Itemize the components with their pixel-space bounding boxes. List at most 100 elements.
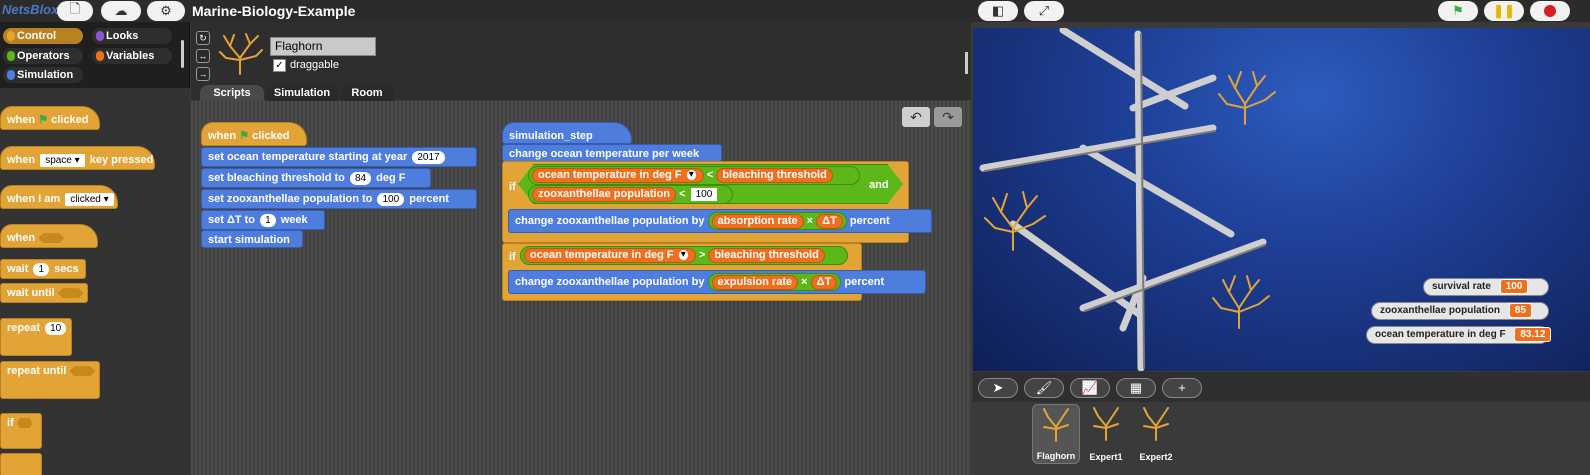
sprite-chart-button[interactable]: 📈 [1070,378,1110,398]
palette-repeat-until-block[interactable]: repeat until [0,361,100,399]
sprite-thumbnail-coral [219,33,263,75]
undo-button[interactable]: ↶ [902,107,930,127]
sprite-table-button[interactable]: ▦ [1116,378,1156,398]
greater-than-operator[interactable]: ocean temperature in deg F ▾ > bleaching… [520,246,848,265]
draggable-checkbox[interactable]: ✓ [273,59,286,72]
sprite-name: Flaghorn [1036,451,1076,461]
monitor-ocean-temperature[interactable]: ocean temperature in deg F 83.12 [1366,326,1552,344]
interaction-dropdown[interactable]: clicked ▾ [65,192,114,206]
palette-when-key-block[interactable]: when space ▾ key pressed [0,146,155,170]
change-by-expulsion-block[interactable]: change zooxanthellae population by expul… [508,270,926,294]
condition-slot[interactable] [69,366,96,377]
fullscreen-button[interactable]: ⤢ [1024,1,1064,21]
add-turtle-button[interactable]: ➤ [978,378,1018,398]
less-than-operator-1[interactable]: ocean temperature in deg F ▾ < bleaching… [528,166,860,185]
sprite-flaghorn[interactable]: Flaghorn [1032,404,1080,464]
palette-when-flag-block[interactable]: when ⚑ clicked [0,106,100,130]
condition-slot[interactable] [16,418,33,429]
delta-t-variable[interactable]: ΔT [810,275,838,290]
block-text: clicked [252,130,290,142]
set-bleaching-threshold-block[interactable]: set bleaching threshold to 84 deg F [201,168,431,188]
rotate-none-button[interactable]: → [196,67,210,81]
temp-variable[interactable]: ocean temperature in deg F ▾ [532,168,704,183]
add-sprite-button[interactable]: + [1162,378,1202,398]
app-logo[interactable]: NetsBlox [2,2,58,17]
monitor-label: survival rate [1432,281,1491,292]
delta-t-variable[interactable]: ΔT [816,214,843,229]
start-year-input[interactable]: 2017 [412,150,445,164]
and-label: and [869,179,889,191]
stage-size-button[interactable]: ◧ [978,1,1018,21]
set-zoo-population-block[interactable]: set zooxanthellae population to 100 perc… [201,189,477,209]
set-delta-t-block[interactable]: set ΔT to 1 week [201,210,325,230]
monitor-survival-rate[interactable]: survival rate 100 [1423,278,1549,296]
temp-variable[interactable]: ocean temperature in deg F ▾ [524,248,696,263]
threshold-variable[interactable]: bleaching threshold [716,168,833,183]
population-input[interactable]: 100 [377,192,405,206]
simulation-step-hat[interactable]: simulation_step [502,122,632,144]
population-compare-input[interactable]: 100 [690,187,718,201]
paint-sprite-button[interactable]: 🖌 [1024,378,1064,398]
green-flag-button[interactable]: ⚑ [1438,1,1478,21]
category-label: Control [17,30,57,42]
category-simulation[interactable]: Simulation [3,67,83,83]
file-button[interactable]: 🗋 [57,1,93,21]
category-control[interactable]: Control [3,28,83,44]
rotate-any-button[interactable]: ↻ [196,31,210,45]
stop-button[interactable] [1530,1,1570,21]
multiply-operator-2[interactable]: expulsion rate × ΔT [707,273,842,291]
category-scrollbar[interactable] [181,40,184,68]
start-simulation-block[interactable]: start simulation [201,230,303,248]
repeat-input[interactable]: 10 [45,321,67,335]
palette-repeat-block[interactable]: repeat 10 [0,318,72,356]
condition-slot[interactable] [57,288,84,299]
palette-when-i-am-block[interactable]: when I am clicked ▾ [0,185,118,209]
category-variables[interactable]: Variables [92,48,172,64]
block-text: percent [844,276,885,288]
sprite-name-input[interactable]: Flaghorn [270,37,376,56]
rotate-icon: ↻ [199,33,207,43]
palette-if-block[interactable]: if [0,413,42,449]
expand-icon: ⤢ [1038,3,1050,18]
condition-slot[interactable] [38,233,65,244]
set-start-year-block[interactable]: set ocean temperature starting at year 2… [201,147,477,167]
sprite-expert2[interactable]: Expert2 [1132,404,1180,464]
multiply-operator-1[interactable]: absorption rate × ΔT [707,212,847,230]
threshold-variable[interactable]: bleaching threshold [708,248,825,263]
change-temperature-block[interactable]: change ocean temperature per week [502,144,722,162]
simulation-color-dot [7,70,15,80]
category-operators[interactable]: Operators [3,48,83,64]
change-by-absorption-block[interactable]: change zooxanthellae population by absor… [508,209,932,233]
sprite-expert1[interactable]: Expert1 [1082,404,1130,464]
redo-button[interactable]: ↷ [934,107,962,127]
gear-icon: ⚙ [160,3,172,18]
zoo-variable[interactable]: zooxanthellae population [532,187,677,202]
settings-button[interactable]: ⚙ [147,1,185,21]
category-looks[interactable]: Looks [92,28,172,44]
rotate-flip-button[interactable]: ↔ [196,49,210,63]
palette-wait-until-block[interactable]: wait until [0,283,88,303]
tab-simulation[interactable]: Simulation [266,85,338,101]
header-scrollbar[interactable] [965,52,968,74]
tab-scripts[interactable]: Scripts [200,85,264,101]
block-text: clicked [51,114,89,126]
palette-if-else-block[interactable] [0,453,42,475]
monitor-zoo-population[interactable]: zooxanthellae population 85 [1371,302,1549,320]
palette-when-condition-block[interactable]: when [0,224,98,248]
key-dropdown[interactable]: space ▾ [40,153,85,167]
tab-room[interactable]: Room [340,85,394,101]
cloud-button[interactable]: ☁ [101,1,141,21]
expulsion-variable[interactable]: expulsion rate [711,275,799,290]
less-than-operator-2[interactable]: zooxanthellae population < 100 [528,185,733,204]
plus-icon: + [1178,380,1186,395]
palette-wait-block[interactable]: wait 1 secs [0,259,86,279]
slot-text: space [45,154,72,166]
file-icon: 🗋 [69,1,81,16]
absorption-variable[interactable]: absorption rate [711,214,804,229]
pause-button[interactable]: ❚❚ [1484,1,1524,21]
threshold-input[interactable]: 84 [349,171,372,185]
category-label: Looks [106,30,139,42]
when-flag-clicked-hat[interactable]: when ⚑ clicked [201,122,307,146]
wait-input[interactable]: 1 [33,262,50,276]
delta-t-input[interactable]: 1 [260,213,276,227]
